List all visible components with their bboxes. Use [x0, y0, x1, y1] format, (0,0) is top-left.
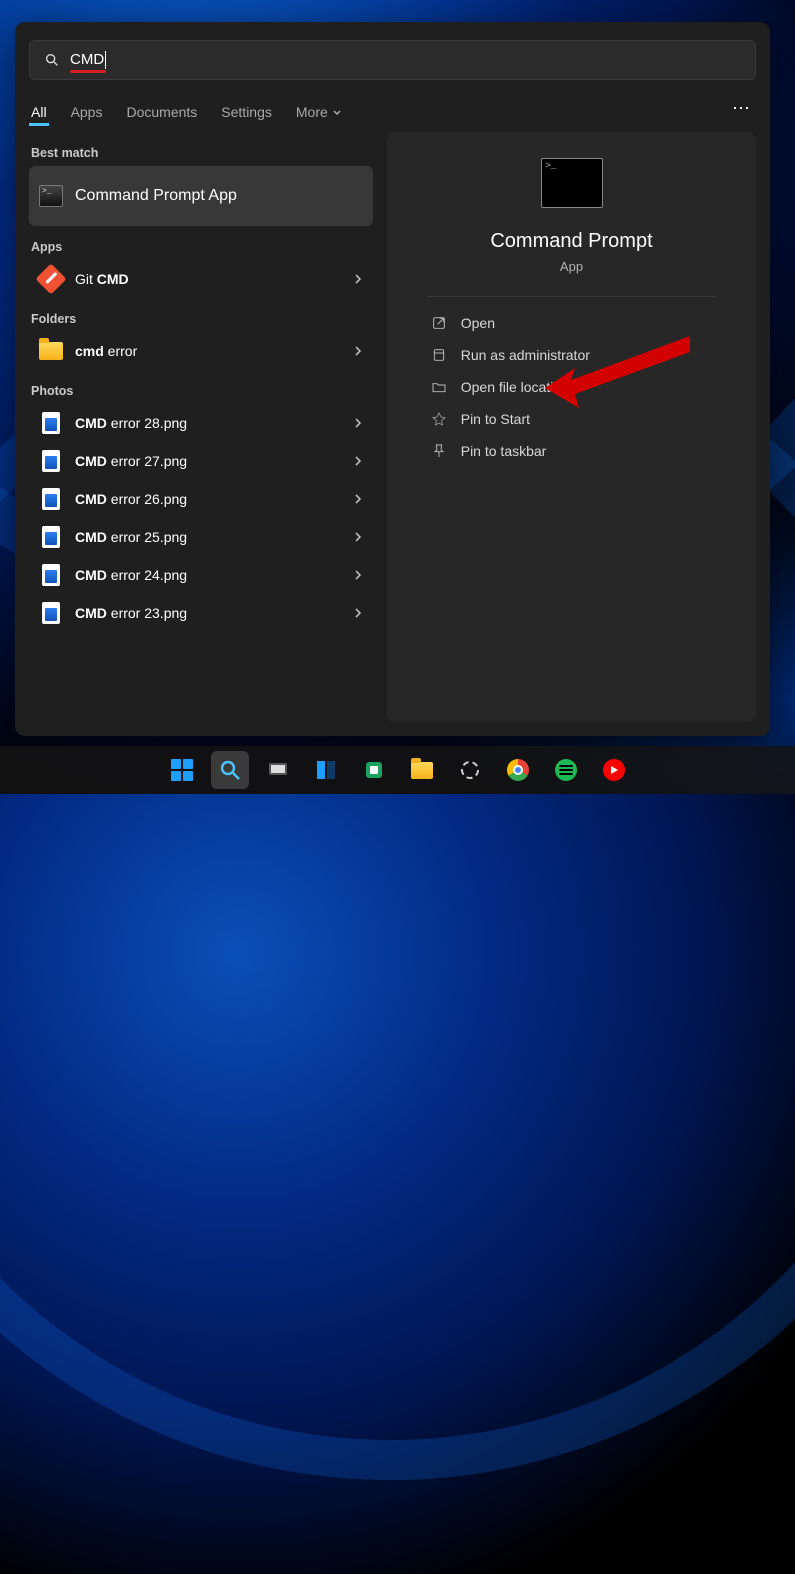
image-file-icon: [42, 564, 60, 586]
preview-icon: [541, 158, 603, 208]
result-photo[interactable]: CMD error 26.png: [29, 480, 373, 518]
overflow-button[interactable]: ⋯: [732, 98, 750, 119]
section-apps: Apps: [31, 240, 371, 254]
results-list: Best match Command Prompt App Apps Git C…: [29, 132, 373, 722]
result-git-cmd[interactable]: Git CMD: [29, 260, 373, 298]
filter-tabs: All Apps Documents Settings More ⋯: [29, 92, 756, 132]
shield-icon: [431, 347, 447, 363]
chevron-right-icon: [353, 608, 363, 618]
taskbar-spotify[interactable]: [547, 751, 585, 789]
tab-all[interactable]: All: [29, 98, 49, 126]
action-run-admin[interactable]: Run as administrator: [427, 339, 717, 371]
annotation-underline: [70, 70, 106, 73]
taskbar: [0, 746, 795, 794]
chevron-right-icon: [353, 346, 363, 356]
taskbar-youtube[interactable]: [595, 751, 633, 789]
folder-icon: [39, 342, 63, 360]
taskbar-app-3[interactable]: [451, 751, 489, 789]
start-button[interactable]: [163, 751, 201, 789]
start-menu-panel: CMD All Apps Documents Settings More ⋯ B…: [15, 22, 770, 736]
section-best-match: Best match: [31, 146, 371, 160]
tab-more[interactable]: More: [294, 98, 344, 126]
taskbar-app-1[interactable]: [307, 751, 345, 789]
image-file-icon: [42, 602, 60, 624]
tab-documents[interactable]: Documents: [124, 98, 199, 126]
git-icon: [35, 263, 66, 294]
cmd-icon: [39, 185, 63, 207]
result-photo[interactable]: CMD error 27.png: [29, 442, 373, 480]
chevron-right-icon: [353, 274, 363, 284]
taskbar-search[interactable]: [211, 751, 249, 789]
pin-taskbar-icon: [431, 443, 447, 459]
chevron-right-icon: [353, 456, 363, 466]
image-file-icon: [42, 488, 60, 510]
result-photo[interactable]: CMD error 25.png: [29, 518, 373, 556]
preview-pane: Command Prompt App Open Run as administr…: [387, 132, 756, 722]
tab-settings[interactable]: Settings: [219, 98, 274, 126]
taskbar-explorer[interactable]: [403, 751, 441, 789]
taskbar-chrome[interactable]: [499, 751, 537, 789]
result-command-prompt[interactable]: Command Prompt App: [29, 166, 373, 226]
image-file-icon: [42, 526, 60, 548]
preview-subtitle: App: [560, 259, 583, 274]
image-file-icon: [42, 450, 60, 472]
chevron-right-icon: [353, 494, 363, 504]
preview-title: Command Prompt: [490, 230, 652, 253]
image-file-icon: [42, 412, 60, 434]
result-photo[interactable]: CMD error 28.png: [29, 404, 373, 442]
folder-open-icon: [431, 379, 447, 395]
tab-apps[interactable]: Apps: [69, 98, 105, 126]
section-folders: Folders: [31, 312, 371, 326]
search-icon: [44, 52, 60, 68]
action-pin-start[interactable]: Pin to Start: [427, 403, 717, 435]
chevron-right-icon: [353, 418, 363, 428]
result-photo[interactable]: CMD error 24.png: [29, 556, 373, 594]
action-open[interactable]: Open: [427, 307, 717, 339]
chevron-right-icon: [353, 532, 363, 542]
result-photo[interactable]: CMD error 23.png: [29, 594, 373, 632]
search-input[interactable]: CMD: [70, 51, 106, 69]
section-photos: Photos: [31, 384, 371, 398]
task-view[interactable]: [259, 751, 297, 789]
pin-icon: [431, 411, 447, 427]
open-icon: [431, 315, 447, 331]
search-box[interactable]: CMD: [29, 40, 756, 80]
chevron-right-icon: [353, 570, 363, 580]
action-open-location[interactable]: Open file location: [427, 371, 717, 403]
result-folder-cmd-error[interactable]: cmd error: [29, 332, 373, 370]
taskbar-app-2[interactable]: [355, 751, 393, 789]
action-pin-taskbar[interactable]: Pin to taskbar: [427, 435, 717, 467]
